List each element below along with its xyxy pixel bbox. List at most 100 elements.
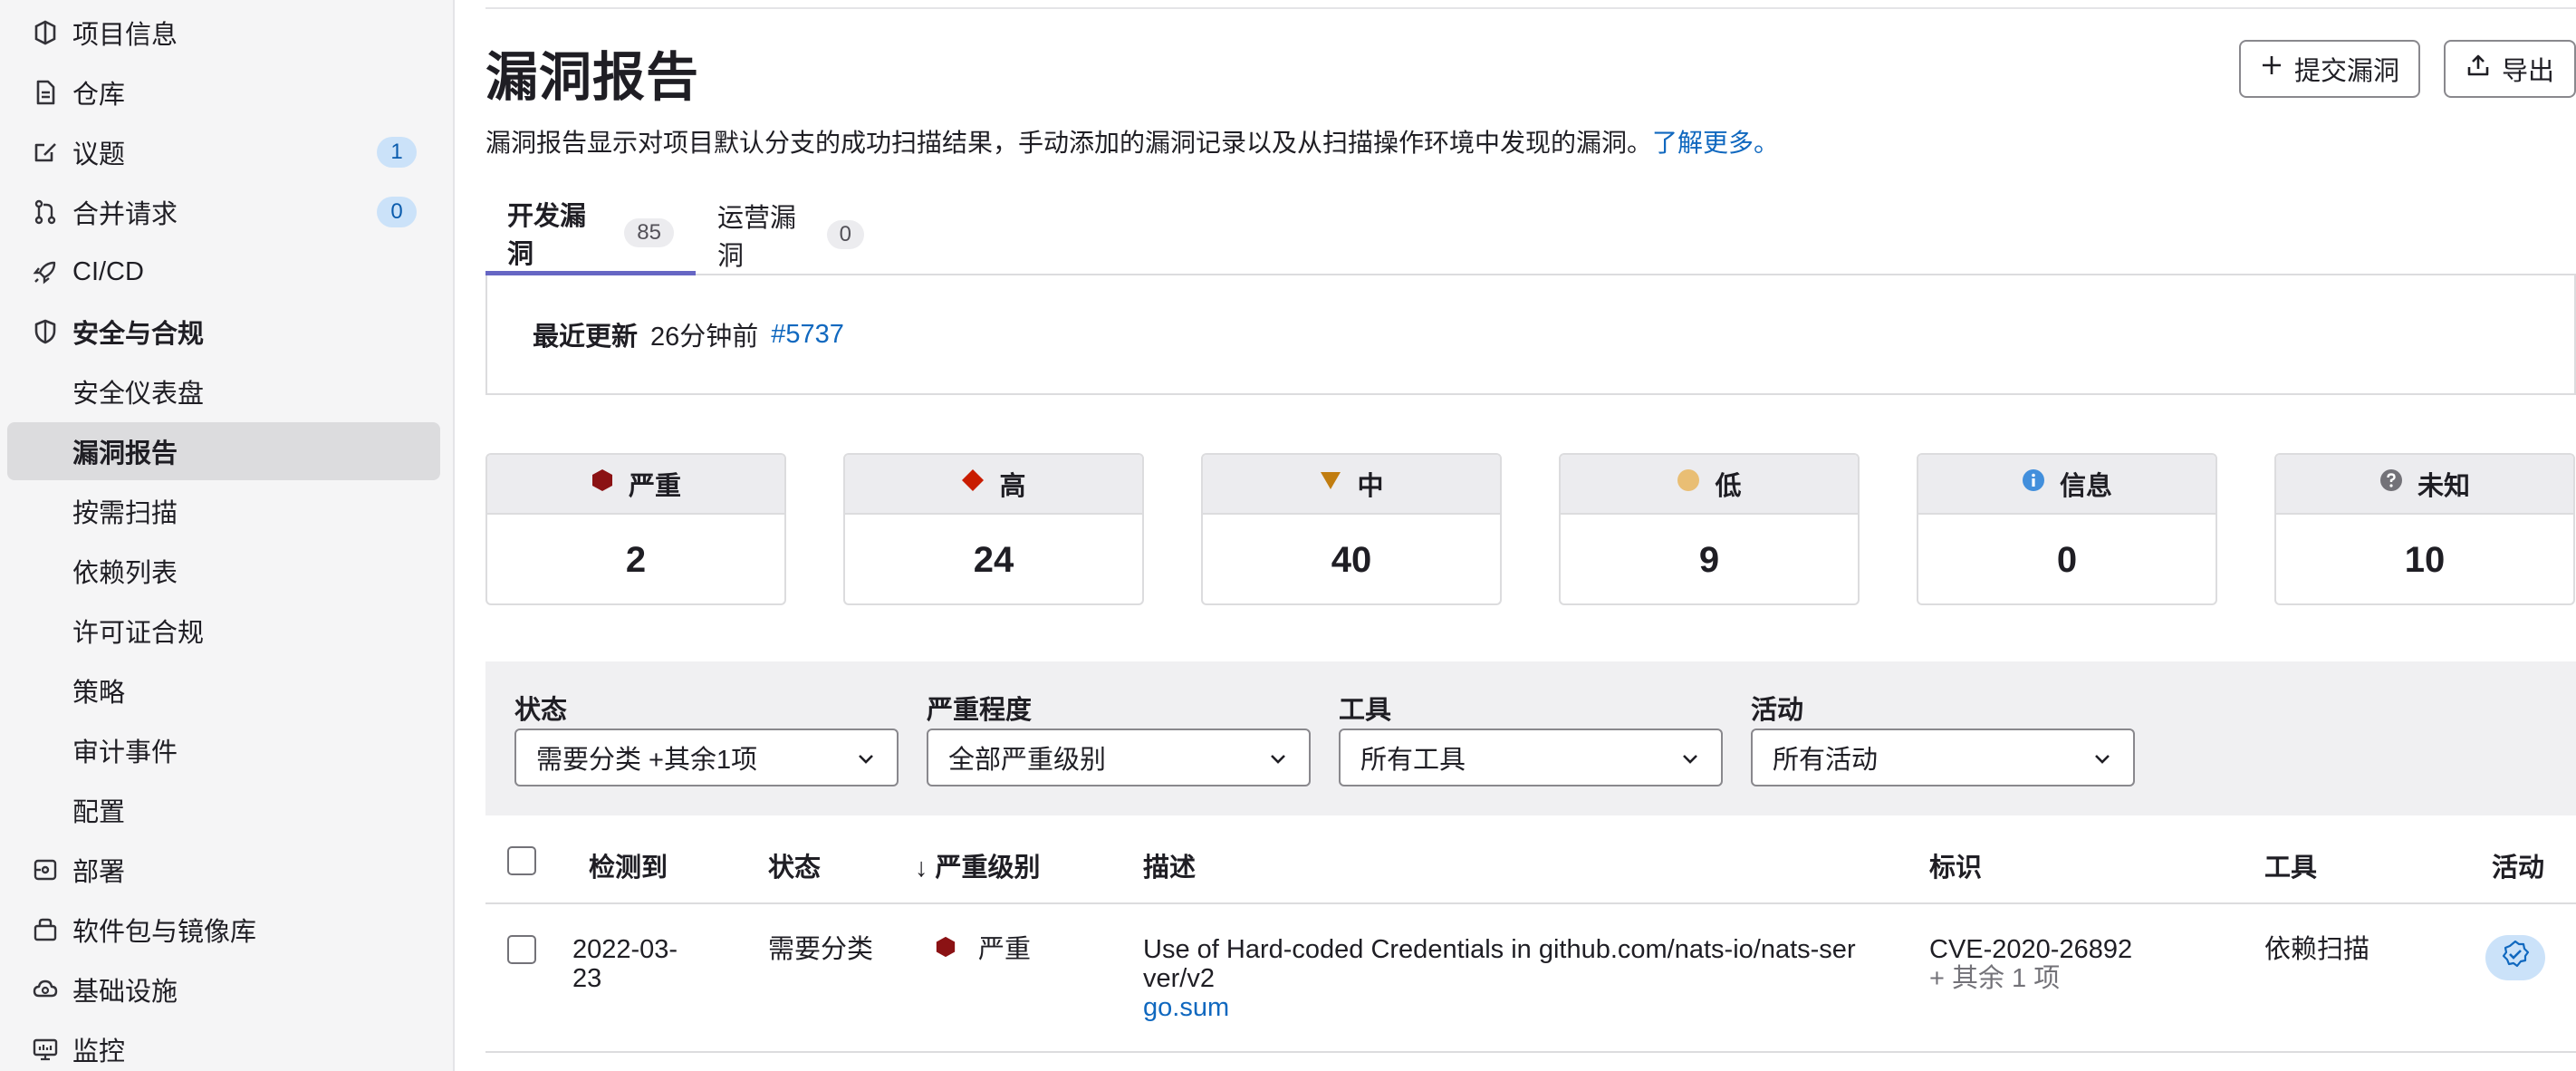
sidebar-item-dependency-list[interactable]: 依赖列表 [7, 542, 440, 600]
severity-card-header: 严重 [487, 455, 784, 515]
pipeline-link[interactable]: #5737 [771, 320, 844, 350]
row-status: 需要分类 [768, 935, 874, 964]
sidebar-item-label: 安全与合规 [72, 320, 205, 349]
filter-value: 所有工具 [1360, 746, 1466, 775]
plus-icon [2260, 53, 2283, 84]
column-header-status[interactable]: 状态 [768, 846, 821, 884]
monitor-icon [29, 1033, 62, 1066]
detected-date-line: 23 [572, 964, 602, 993]
sidebar-item-vulnerability-report[interactable]: 漏洞报告 [7, 422, 440, 480]
tab-development-vulnerabilities[interactable]: 开发漏洞 85 [485, 194, 696, 275]
severity-card-header: 中 [1203, 455, 1500, 515]
status-filter-dropdown[interactable]: 需要分类 +其余1项 [514, 728, 899, 786]
severity-card-unknown: 未知 10 [2274, 453, 2575, 605]
table-row[interactable]: 2022-03- 23 需要分类 严重 Use of Hard-coded Cr… [485, 904, 2576, 1053]
sidebar-item-label: CI/CD [72, 256, 144, 286]
column-header-detected[interactable]: 检测到 [589, 846, 668, 884]
sidebar-item-on-demand-scans[interactable]: 按需扫描 [7, 482, 440, 540]
sidebar-item-repository[interactable]: 仓库 [7, 63, 440, 121]
medium-triangle-icon [1319, 468, 1342, 499]
submit-vulnerability-button[interactable]: 提交漏洞 [2239, 40, 2420, 98]
report-tabs: 开发漏洞 85 运营漏洞 0 [485, 194, 2576, 275]
filters-bar: 状态 需要分类 +其余1项 严重程度 全部严重级别 工具 所有工具 活动 所有活… [485, 661, 2576, 815]
package-icon [29, 913, 62, 946]
sidebar-item-label: 基础设施 [72, 978, 178, 1007]
shield-icon [29, 315, 62, 348]
last-updated-time: 26分钟前 [650, 323, 759, 352]
last-updated-label: 最近更新 [533, 323, 639, 352]
sidebar-item-label: 审计事件 [72, 738, 178, 767]
sidebar-item-configuration[interactable]: 配置 [7, 781, 440, 839]
sidebar-item-policies[interactable]: 策略 [7, 661, 440, 719]
severity-label: 严重 [628, 472, 681, 501]
export-button[interactable]: 导出 [2444, 40, 2576, 98]
severity-filter-dropdown[interactable]: 全部严重级别 [927, 728, 1311, 786]
sidebar-item-label: 安全仪表盘 [72, 380, 205, 409]
export-label: 导出 [2501, 57, 2554, 86]
sidebar-item-label: 议题 [72, 140, 126, 169]
filter-value: 需要分类 +其余1项 [536, 746, 758, 775]
vulnerability-title[interactable]: Use of Hard-coded Credentials in github.… [1143, 935, 1895, 964]
sidebar: 项目信息 仓库 议题 1 合并请求 0 CI/CD 安全与合规 安全仪表盘 漏洞… [0, 0, 455, 1071]
rocket-icon [29, 256, 62, 288]
sidebar-item-issues[interactable]: 议题 1 [7, 123, 440, 181]
identifier-more[interactable]: + 其余 1 项 [1929, 964, 2132, 993]
document-icon [29, 76, 62, 109]
severity-count: 40 [1331, 539, 1372, 580]
merge-requests-count-badge: 0 [377, 197, 417, 227]
sidebar-item-infrastructure[interactable]: 基础设施 [7, 960, 440, 1018]
sidebar-item-label: 许可证合规 [72, 619, 205, 648]
column-header-severity[interactable]: ↓ 严重级别 [915, 846, 1041, 884]
filter-tool: 工具 所有工具 [1339, 689, 1723, 786]
question-icon [2379, 468, 2403, 499]
sidebar-item-packages-registries[interactable]: 软件包与镜像库 [7, 901, 440, 959]
row-checkbox[interactable] [507, 935, 536, 964]
sidebar-item-license-compliance[interactable]: 许可证合规 [7, 602, 440, 660]
vulnerability-title-cont[interactable]: ver/v2 [1143, 964, 1895, 993]
top-divider [485, 7, 2576, 9]
sidebar-item-label: 漏洞报告 [72, 439, 178, 468]
activity-filter-dropdown[interactable]: 所有活动 [1751, 728, 2135, 786]
sidebar-item-cicd[interactable]: CI/CD [7, 243, 440, 301]
sidebar-item-merge-requests[interactable]: 合并请求 0 [7, 183, 440, 241]
sidebar-item-label: 监控 [72, 1037, 126, 1066]
file-link[interactable]: go.sum [1143, 993, 1895, 1022]
column-header-description: 描述 [1143, 854, 1197, 883]
severity-count: 24 [973, 539, 1014, 580]
column-header-tool[interactable]: 工具 [2264, 846, 2317, 884]
sidebar-item-deployments[interactable]: 部署 [7, 841, 440, 899]
row-tool: 依赖扫描 [2264, 935, 2370, 964]
tab-count-badge: 0 [826, 220, 864, 249]
sidebar-item-project-info[interactable]: 项目信息 [7, 4, 440, 62]
tool-filter-dropdown[interactable]: 所有工具 [1339, 728, 1723, 786]
main-content: 漏洞报告 提交漏洞 导出 漏洞报告显示对项目默认分支的成功扫描结果，手动添加的漏… [485, 0, 2576, 1071]
filter-label: 状态 [514, 696, 568, 725]
sidebar-item-audit-events[interactable]: 审计事件 [7, 721, 440, 779]
low-circle-icon [1677, 468, 1700, 499]
critical-hexagon-icon [591, 468, 614, 499]
severity-label: 信息 [2059, 472, 2112, 501]
learn-more-link[interactable]: 了解更多。 [1652, 129, 1779, 157]
severity-card-medium: 中 40 [1201, 453, 1502, 605]
severity-card-header: 未知 [2276, 455, 2573, 515]
chevron-down-icon [1679, 747, 1701, 777]
activity-badge[interactable] [2485, 935, 2545, 980]
sidebar-item-security-compliance[interactable]: 安全与合规 [7, 303, 440, 361]
sidebar-item-security-dashboard[interactable]: 安全仪表盘 [7, 362, 440, 420]
sidebar-item-label: 策略 [72, 679, 126, 708]
severity-label: 未知 [2417, 472, 2470, 501]
project-icon [29, 16, 62, 49]
severity-label: 中 [1357, 472, 1384, 501]
filter-label: 严重程度 [927, 696, 1033, 725]
severity-card-low: 低 9 [1559, 453, 1860, 605]
filter-label: 工具 [1339, 696, 1392, 725]
high-diamond-icon [961, 468, 985, 499]
chevron-down-icon [2091, 747, 2113, 777]
filter-value: 全部严重级别 [948, 746, 1107, 775]
select-all-checkbox[interactable] [507, 846, 536, 875]
tab-operational-vulnerabilities[interactable]: 运营漏洞 0 [696, 194, 886, 275]
sidebar-item-label: 项目信息 [72, 21, 178, 50]
description-text: 漏洞报告显示对项目默认分支的成功扫描结果，手动添加的漏洞记录以及从扫描操作环境中… [485, 129, 1653, 157]
sidebar-item-monitor[interactable]: 监控 [7, 1020, 440, 1071]
filter-status: 状态 需要分类 +其余1项 [514, 689, 899, 786]
